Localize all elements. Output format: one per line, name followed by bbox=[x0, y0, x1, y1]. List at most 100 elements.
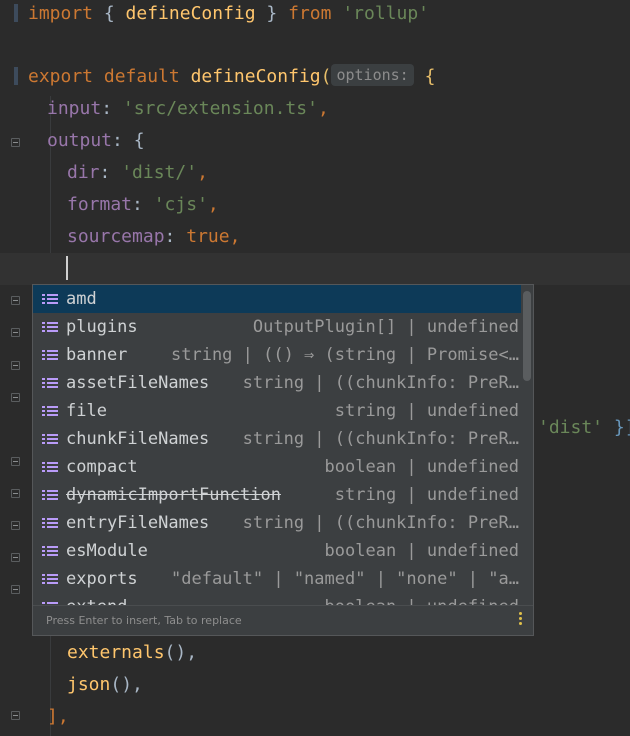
keyword-default: default bbox=[103, 66, 180, 87]
punct: : bbox=[132, 194, 154, 215]
property-list-icon bbox=[42, 572, 58, 586]
punct: { bbox=[93, 3, 126, 24]
completion-item-type: string | ((chunkInfo: PreR… bbox=[242, 373, 519, 393]
fold-toggle-icon[interactable] bbox=[10, 392, 22, 405]
fold-toggle-icon[interactable] bbox=[10, 295, 22, 308]
fold-marker-icon[interactable] bbox=[14, 4, 18, 22]
call-name: json bbox=[67, 674, 111, 695]
completion-item-type: string | ((chunkInfo: PreR… bbox=[242, 429, 519, 449]
punct: , bbox=[207, 194, 219, 215]
code-line-5[interactable]: dir: 'dist/', bbox=[67, 157, 208, 189]
punct: : bbox=[101, 98, 123, 119]
punct: (), bbox=[110, 674, 143, 695]
completion-item-type: string | undefined bbox=[334, 485, 519, 505]
kebab-menu-icon[interactable] bbox=[519, 612, 523, 628]
property-name: input bbox=[47, 98, 102, 119]
punct: ], bbox=[47, 706, 69, 727]
code-fragment-behind-popup: 'dist' }] bbox=[538, 412, 630, 444]
completion-item-compact[interactable]: compact boolean | undefined bbox=[33, 453, 521, 481]
completion-item-name: exports bbox=[66, 569, 138, 589]
fold-toggle-icon[interactable] bbox=[10, 710, 22, 723]
punct: , bbox=[317, 98, 329, 119]
fold-marker-icon[interactable] bbox=[14, 67, 18, 85]
completion-item-name: banner bbox=[66, 345, 128, 365]
property-list-icon bbox=[42, 348, 58, 362]
punct: } bbox=[255, 3, 289, 24]
fold-toggle-icon[interactable] bbox=[10, 552, 22, 565]
property-list-icon bbox=[42, 460, 58, 474]
completion-popup[interactable]: amd plugins OutputPlugin[] | undefined bann… bbox=[32, 284, 534, 636]
string-value: 'dist' bbox=[538, 417, 604, 438]
property-name: output bbox=[47, 130, 113, 151]
paren: ( bbox=[320, 66, 332, 87]
completion-item-name: amd bbox=[66, 289, 97, 309]
code-line-4[interactable]: output: { bbox=[47, 125, 145, 157]
identifier: defineConfig bbox=[125, 3, 256, 24]
string-value: 'cjs' bbox=[153, 194, 208, 215]
completion-item-assetFileNames[interactable]: assetFileNames string | ((chunkInfo: PreR… bbox=[33, 369, 521, 397]
completion-item-name: chunkFileNames bbox=[66, 429, 210, 449]
code-line-3[interactable]: input: 'src/extension.ts', bbox=[47, 93, 329, 125]
completion-item-name: assetFileNames bbox=[66, 373, 210, 393]
completion-item-chunkFileNames[interactable]: chunkFileNames string | ((chunkInfo: PreR… bbox=[33, 425, 521, 453]
property-list-icon bbox=[42, 320, 58, 334]
completion-item-exports[interactable]: exports "default" | "named" | "none" | "a… bbox=[33, 565, 521, 593]
property-name: sourcemap bbox=[67, 226, 165, 247]
fold-toggle-icon[interactable] bbox=[10, 456, 22, 469]
current-line-highlight bbox=[0, 253, 630, 285]
code-line-2[interactable]: export default defineConfig(options: { bbox=[28, 61, 435, 93]
completion-item-file[interactable]: file string | undefined bbox=[33, 397, 521, 425]
string-value: 'dist/' bbox=[121, 162, 198, 183]
keyword-from: from bbox=[288, 3, 332, 24]
completion-item-type: boolean | undefined bbox=[324, 457, 519, 477]
completion-item-banner[interactable]: banner string | (() ⇒ (string | Promise<… bbox=[33, 341, 521, 369]
code-line-7[interactable]: sourcemap: true, bbox=[67, 221, 240, 253]
punct: : bbox=[99, 162, 122, 183]
punct: : bbox=[164, 226, 187, 247]
fold-toggle-icon[interactable] bbox=[10, 327, 22, 340]
completion-item-name: dynamicImportFunction bbox=[66, 485, 281, 505]
property-list-icon bbox=[42, 292, 58, 306]
parameter-hint: options: bbox=[331, 64, 414, 86]
punct: : { bbox=[112, 130, 145, 151]
completion-footer: Press Enter to insert, Tab to replace bbox=[33, 605, 533, 635]
completion-item-plugins[interactable]: plugins OutputPlugin[] | undefined bbox=[33, 313, 521, 341]
property-list-icon bbox=[42, 488, 58, 502]
completion-item-name: esModule bbox=[66, 541, 148, 561]
brace: { bbox=[424, 66, 436, 87]
completion-list[interactable]: amd plugins OutputPlugin[] | undefined bann… bbox=[33, 285, 521, 607]
completion-item-entryFileNames[interactable]: entryFileNames string | ((chunkInfo: PreR… bbox=[33, 509, 521, 537]
completion-item-type: OutputPlugin[] | undefined bbox=[252, 317, 519, 337]
fold-toggle-icon[interactable] bbox=[10, 360, 22, 373]
call-name: externals bbox=[67, 642, 165, 663]
fold-toggle-icon[interactable] bbox=[10, 137, 22, 150]
completion-item-name: plugins bbox=[66, 317, 138, 337]
code-line-6[interactable]: format: 'cjs', bbox=[67, 189, 219, 221]
completion-item-amd[interactable]: amd bbox=[33, 285, 521, 313]
completion-item-name: entryFileNames bbox=[66, 513, 210, 533]
completion-item-type: string | ((chunkInfo: PreR… bbox=[242, 513, 519, 533]
property-name: format bbox=[67, 194, 133, 215]
fold-toggle-icon[interactable] bbox=[10, 584, 22, 597]
property-list-icon bbox=[42, 516, 58, 530]
completion-item-type: boolean | undefined bbox=[324, 541, 519, 561]
fold-toggle-icon[interactable] bbox=[10, 520, 22, 533]
punct: }] bbox=[613, 417, 630, 438]
fold-toggle-icon[interactable] bbox=[10, 488, 22, 501]
completion-item-esModule[interactable]: esModule boolean | undefined bbox=[33, 537, 521, 565]
completion-item-dynamicImportFunction[interactable]: dynamicImportFunction string | undefined bbox=[33, 481, 521, 509]
code-line-json[interactable]: json(), bbox=[67, 669, 143, 701]
code-line-close[interactable]: ], bbox=[47, 701, 69, 733]
code-line-1[interactable]: import { defineConfig } from 'rollup' bbox=[28, 0, 429, 30]
punct: , bbox=[197, 162, 208, 183]
completion-scrollbar[interactable] bbox=[523, 291, 531, 381]
completion-item-type: string | (() ⇒ (string | Promise<… bbox=[171, 345, 519, 365]
punct: , bbox=[229, 226, 241, 247]
boolean-value: true bbox=[186, 226, 230, 247]
keyword-import: import bbox=[28, 3, 94, 24]
completion-item-type: "default" | "named" | "none" | "a… bbox=[171, 569, 519, 589]
text-caret bbox=[66, 256, 68, 280]
completion-item-type: string | undefined bbox=[334, 401, 519, 421]
code-line-externals[interactable]: externals(), bbox=[67, 637, 197, 669]
